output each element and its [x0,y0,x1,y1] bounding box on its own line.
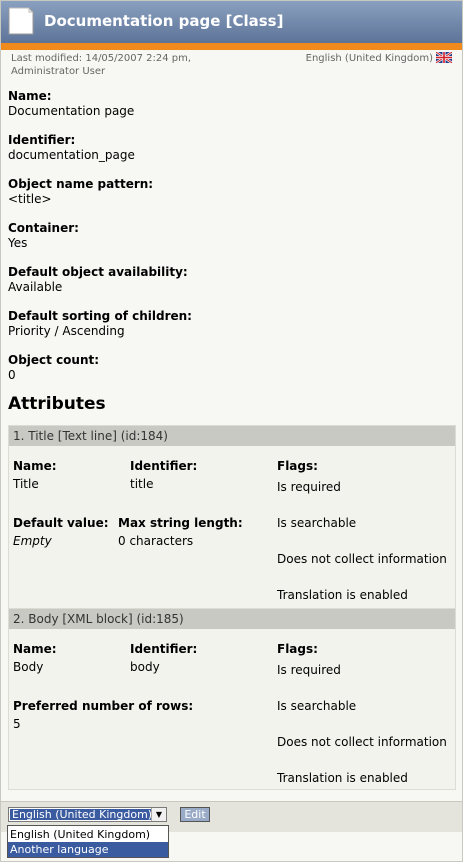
property-label: Default sorting of children: [8,309,192,323]
attribute-flags-label: Flags: [277,459,318,473]
attribute-identifier-value: body [130,660,160,674]
attribute-panel-title: 1. Title [Text line] (id:184) Name: Titl… [8,425,456,609]
property-object-count: Object count: 0 [8,353,99,383]
attribute-flag: Is required [277,663,341,677]
property-label: Name: [8,89,52,103]
language-option[interactable]: Another language [8,842,168,857]
attribute-identifier-label: Identifier: [130,459,198,473]
edit-button[interactable]: Edit [180,807,210,822]
last-modified-user: Administrator User [11,66,106,77]
property-name: Name: Documentation page [8,89,134,119]
attribute-name-value: Body [13,660,44,674]
page-header: Documentation page [Class] [1,1,462,43]
attribute-identifier-label: Identifier: [130,642,198,656]
attribute-default-value: Empty [13,534,52,548]
property-value: Priority / Ascending [8,324,125,338]
property-value: Available [8,280,63,294]
attribute-flag: Does not collect information [277,552,447,566]
language-select-value: English (United Kingdom) [9,808,155,821]
attribute-identifier-value: title [130,477,154,491]
property-value: <title> [8,192,52,206]
property-value: 0 [8,368,16,382]
class-view-window: Documentation page [Class] Last modified… [0,0,463,862]
attribute-name-label: Name: [13,642,57,656]
uk-flag-icon [436,52,452,63]
attribute-name-label: Name: [13,459,57,473]
attribute-panel-body: 2. Body [XML block] (id:185) Name: Body … [8,608,456,790]
property-label: Default object availability: [8,265,188,279]
property-default-sorting: Default sorting of children: Priority / … [8,309,192,339]
attribute-default-value-label: Default value: [13,516,109,530]
property-value: Documentation page [8,104,135,118]
property-object-name-pattern: Object name pattern: <title> [8,177,153,207]
attribute-flag: Translation is enabled [277,588,408,602]
property-value: documentation_page [8,148,135,162]
last-modified-date: Last modified: 14/05/2007 2:24 pm, [11,53,192,64]
property-container: Container: Yes [8,221,79,251]
attribute-preferred-rows-value: 5 [13,717,21,731]
property-label: Identifier: [8,133,76,147]
last-modified-info: Last modified: 14/05/2007 2:24 pm, Admin… [11,52,191,78]
property-label: Object name pattern: [8,177,154,191]
attribute-flags-label: Flags: [277,642,318,656]
header-accent-bar [1,43,462,50]
attribute-name-value: Title [13,477,39,491]
current-language: English (United Kingdom) [306,52,452,64]
property-value: Yes [8,236,28,250]
attribute-flag: Is searchable [277,699,357,713]
attribute-title: 2. Body [XML block] (id:185) [9,609,455,629]
attribute-title: 1. Title [Text line] (id:184) [9,426,455,446]
language-option[interactable]: English (United Kingdom) [8,827,168,842]
attribute-flag: Is searchable [277,516,357,530]
attribute-flag: Does not collect information [277,735,447,749]
attribute-flag: Is required [277,480,341,494]
attribute-max-length-label: Max string length: [118,516,243,530]
property-identifier: Identifier: documentation_page [8,133,135,163]
attribute-preferred-rows-label: Preferred number of rows: [13,699,194,713]
class-document-icon [8,7,34,35]
page-title: Documentation page [Class] [44,12,284,30]
attribute-max-length-value: 0 characters [118,534,194,548]
language-select[interactable]: English (United Kingdom) ▼ [8,807,167,822]
current-language-label: English (United Kingdom) [305,53,433,64]
language-dropdown-list: English (United Kingdom) Another languag… [7,825,169,858]
chevron-down-icon[interactable]: ▼ [151,808,166,821]
attribute-flag: Translation is enabled [277,771,408,785]
property-default-availability: Default object availability: Available [8,265,188,295]
attributes-heading: Attributes [8,394,106,414]
property-label: Container: [8,221,79,235]
property-label: Object count: [8,353,100,367]
